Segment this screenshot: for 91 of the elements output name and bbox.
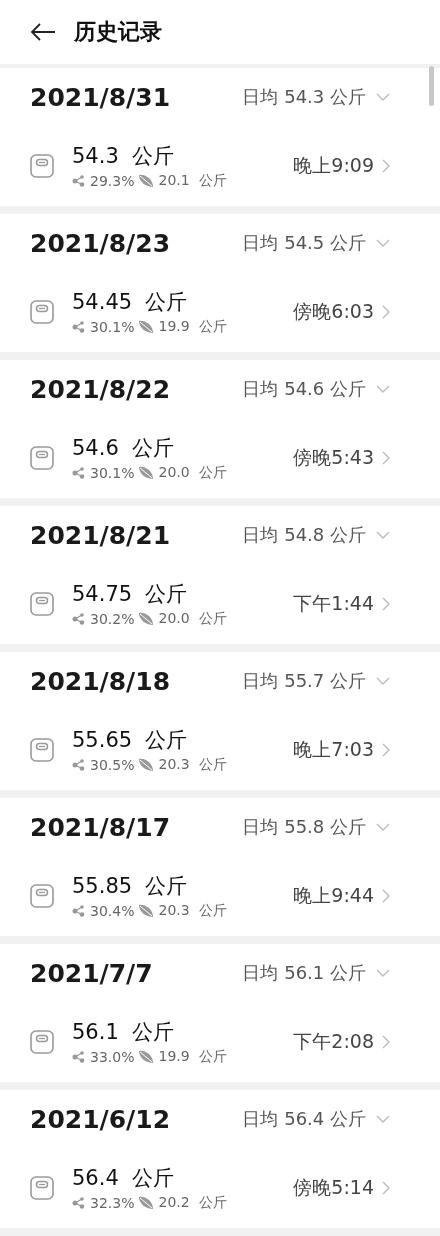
expand-chevron-icon[interactable] <box>376 92 390 102</box>
weight-value: 54.6 公斤 <box>72 435 176 462</box>
daily-average: 日均 56.4 公斤 <box>242 1107 366 1131</box>
record-time[interactable]: 傍晚6:03 <box>293 299 374 325</box>
leaf-icon <box>138 1196 155 1210</box>
weight-value: 54.75 公斤 <box>72 581 189 608</box>
record-date: 2021/8/31 <box>30 82 172 112</box>
leaf-icon <box>138 758 155 772</box>
scale-icon <box>30 1176 54 1200</box>
weight-value: 56.4 公斤 <box>72 1165 176 1192</box>
leaf-icon <box>138 1050 155 1064</box>
chevron-right-icon[interactable] <box>382 743 390 757</box>
expand-chevron-icon[interactable] <box>376 530 390 540</box>
molecule-icon <box>72 1197 86 1209</box>
daily-average: 日均 56.1 公斤 <box>242 961 366 985</box>
daily-average: 日均 54.3 公斤 <box>242 85 366 109</box>
molecule-icon <box>72 905 86 917</box>
muscle-value: 19.9 公斤 <box>158 318 227 336</box>
daily-average: 日均 55.7 公斤 <box>242 669 366 693</box>
weight-value: 54.3 公斤 <box>72 143 176 170</box>
scale-icon <box>30 154 54 178</box>
chevron-right-icon[interactable] <box>382 451 390 465</box>
record-date: 2021/8/18 <box>30 666 172 696</box>
record-date: 2021/8/23 <box>30 228 172 258</box>
chevron-right-icon[interactable] <box>382 159 390 173</box>
scale-icon <box>30 592 54 616</box>
molecule-icon <box>72 1051 86 1063</box>
muscle-value: 20.0 公斤 <box>158 610 227 628</box>
body-fat-value: 33.0% <box>90 1049 135 1065</box>
expand-chevron-icon[interactable] <box>376 676 390 686</box>
expand-chevron-icon[interactable] <box>376 1114 390 1124</box>
body-fat-value: 32.3% <box>90 1195 135 1211</box>
leaf-icon <box>138 904 155 918</box>
record-time[interactable]: 傍晚5:43 <box>293 445 374 471</box>
weight-value: 55.85 公斤 <box>72 873 189 900</box>
muscle-value: 20.1 公斤 <box>158 172 227 190</box>
record-date: 2021/6/12 <box>30 1104 172 1134</box>
expand-chevron-icon[interactable] <box>376 968 390 978</box>
molecule-icon <box>72 321 86 333</box>
expand-chevron-icon[interactable] <box>376 238 390 248</box>
muscle-value: 20.0 公斤 <box>158 464 227 482</box>
page-title: 历史记录 <box>74 18 162 46</box>
body-fat-value: 30.1% <box>90 319 135 335</box>
daily-average: 日均 54.8 公斤 <box>242 523 366 547</box>
record-date: 2021/8/17 <box>30 812 172 842</box>
scale-icon <box>30 300 54 324</box>
daily-average: 日均 54.5 公斤 <box>242 231 366 255</box>
record-time[interactable]: 晚上9:44 <box>293 883 374 909</box>
leaf-icon <box>138 612 155 626</box>
scrollbar <box>429 66 434 106</box>
record-time[interactable]: 晚上7:03 <box>293 737 374 763</box>
weight-value: 55.65 公斤 <box>72 727 189 754</box>
muscle-value: 20.3 公斤 <box>158 756 227 774</box>
muscle-value: 20.3 公斤 <box>158 902 227 920</box>
leaf-icon <box>138 320 155 334</box>
chevron-right-icon[interactable] <box>382 305 390 319</box>
chevron-right-icon[interactable] <box>382 1181 390 1195</box>
body-fat-value: 30.2% <box>90 611 135 627</box>
scale-icon <box>30 884 54 908</box>
leaf-icon <box>138 466 155 480</box>
scale-icon <box>30 446 54 470</box>
chevron-right-icon[interactable] <box>382 1035 390 1049</box>
record-time[interactable]: 傍晚5:14 <box>293 1175 374 1201</box>
record-time[interactable]: 晚上9:09 <box>293 153 374 179</box>
muscle-value: 19.9 公斤 <box>158 1048 227 1066</box>
expand-chevron-icon[interactable] <box>376 822 390 832</box>
muscle-value: 20.2 公斤 <box>158 1194 227 1212</box>
back-icon[interactable] <box>30 23 56 41</box>
expand-chevron-icon[interactable] <box>376 384 390 394</box>
body-fat-value: 30.4% <box>90 903 135 919</box>
daily-average: 日均 54.6 公斤 <box>242 377 366 401</box>
record-time[interactable]: 下午1:44 <box>293 591 374 617</box>
scale-icon <box>30 738 54 762</box>
body-fat-value: 30.1% <box>90 465 135 481</box>
record-date: 2021/8/22 <box>30 374 172 404</box>
chevron-right-icon[interactable] <box>382 889 390 903</box>
body-fat-value: 30.5% <box>90 757 135 773</box>
molecule-icon <box>72 613 86 625</box>
leaf-icon <box>138 174 155 188</box>
weight-value: 54.45 公斤 <box>72 289 189 316</box>
daily-average: 日均 55.8 公斤 <box>242 815 366 839</box>
chevron-right-icon[interactable] <box>382 597 390 611</box>
molecule-icon <box>72 759 86 771</box>
record-time[interactable]: 下午2:08 <box>293 1029 374 1055</box>
molecule-icon <box>72 175 86 187</box>
scale-icon <box>30 1030 54 1054</box>
body-fat-value: 29.3% <box>90 173 135 189</box>
record-date: 2021/8/21 <box>30 520 172 550</box>
weight-value: 56.1 公斤 <box>72 1019 176 1046</box>
molecule-icon <box>72 467 86 479</box>
record-date: 2021/7/7 <box>30 958 154 988</box>
